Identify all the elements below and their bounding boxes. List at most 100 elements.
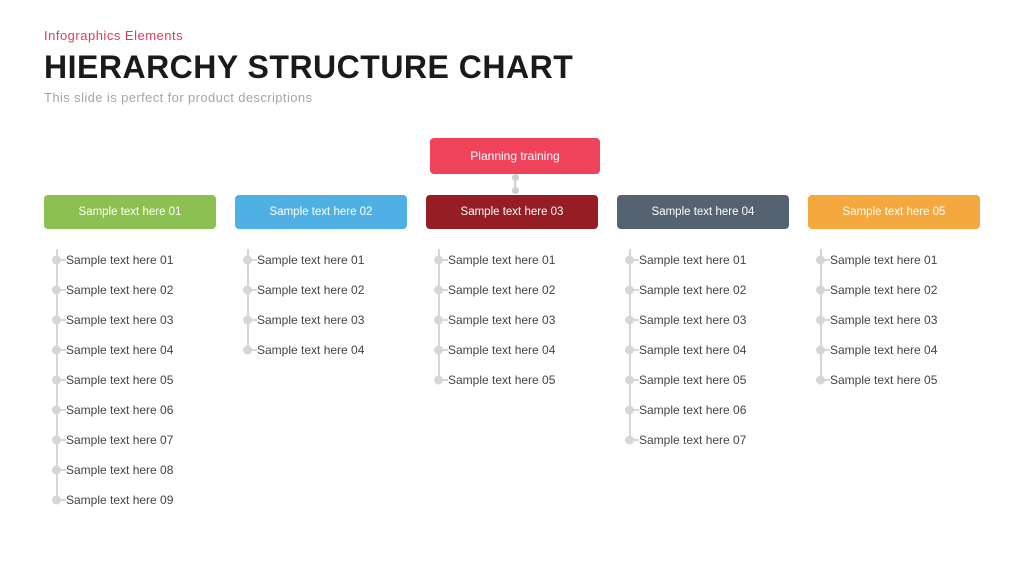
list-item: Sample text here 03 <box>257 305 407 335</box>
tick-line <box>56 289 66 291</box>
column-items: Sample text here 01 Sample text here 02 Sa… <box>235 245 407 365</box>
list-item: Sample text here 03 <box>830 305 980 335</box>
tick-line <box>56 259 66 261</box>
tick-line <box>629 409 639 411</box>
tick-line <box>56 469 66 471</box>
tick-line <box>438 259 448 261</box>
list-item-label: Sample text here 04 <box>448 343 555 357</box>
list-item: Sample text here 04 <box>448 335 598 365</box>
list-item: Sample text here 06 <box>66 395 216 425</box>
list-item-label: Sample text here 04 <box>830 343 937 357</box>
list-item-label: Sample text here 02 <box>257 283 364 297</box>
list-item-label: Sample text here 03 <box>257 313 364 327</box>
tick-line <box>820 289 830 291</box>
page-title: HIERARCHY STRUCTURE CHART <box>44 49 573 86</box>
column-3: Sample text here 03 Sample text here 01 Sa… <box>426 195 598 515</box>
tick-line <box>56 409 66 411</box>
list-item: Sample text here 04 <box>830 335 980 365</box>
list-item: Sample text here 07 <box>639 425 789 455</box>
tick-line <box>820 259 830 261</box>
list-item: Sample text here 01 <box>639 245 789 275</box>
columns: Sample text here 01Sample text here 01Sa… <box>44 195 980 515</box>
tick-line <box>629 349 639 351</box>
column-items: Sample text here 01 Sample text here 02 Sa… <box>808 245 980 395</box>
header-block: Infographics Elements HIERARCHY STRUCTUR… <box>44 28 573 105</box>
list-item: Sample text here 01 <box>830 245 980 275</box>
list-item-label: Sample text here 01 <box>830 253 937 267</box>
list-item: Sample text here 07 <box>66 425 216 455</box>
list-item: Sample text here 04 <box>257 335 407 365</box>
list-item: Sample text here 01 <box>257 245 407 275</box>
tick-line <box>820 379 830 381</box>
list-item-label: Sample text here 04 <box>257 343 364 357</box>
tick-line <box>56 319 66 321</box>
list-item: Sample text here 08 <box>66 455 216 485</box>
tick-line <box>629 259 639 261</box>
tick-line <box>247 319 257 321</box>
list-item: Sample text here 02 <box>448 275 598 305</box>
list-item-label: Sample text here 03 <box>448 313 555 327</box>
tick-line <box>629 289 639 291</box>
list-item-label: Sample text here 07 <box>639 433 746 447</box>
tick-line <box>438 289 448 291</box>
list-item-label: Sample text here 08 <box>66 463 173 477</box>
list-item-label: Sample text here 05 <box>639 373 746 387</box>
list-item: Sample text here 03 <box>448 305 598 335</box>
list-item: Sample text here 02 <box>66 275 216 305</box>
tick-line <box>438 379 448 381</box>
list-item-label: Sample text here 02 <box>448 283 555 297</box>
list-item: Sample text here 05 <box>448 365 598 395</box>
column-header: Sample text here 01 <box>44 195 216 229</box>
column-items: Sample text here 01 Sample text here 02 Sa… <box>44 245 216 515</box>
column-header: Sample text here 03 <box>426 195 598 229</box>
tick-line <box>820 319 830 321</box>
tick-line <box>629 319 639 321</box>
list-item-label: Sample text here 02 <box>639 283 746 297</box>
list-item-label: Sample text here 02 <box>66 283 173 297</box>
list-item-label: Sample text here 04 <box>66 343 173 357</box>
tick-line <box>56 349 66 351</box>
tick-line <box>247 349 257 351</box>
list-item-label: Sample text here 01 <box>639 253 746 267</box>
list-item: Sample text here 02 <box>830 275 980 305</box>
list-item-label: Sample text here 06 <box>639 403 746 417</box>
list-item: Sample text here 02 <box>257 275 407 305</box>
list-item-label: Sample text here 01 <box>448 253 555 267</box>
list-item: Sample text here 05 <box>66 365 216 395</box>
list-item-label: Sample text here 03 <box>639 313 746 327</box>
tick-line <box>56 499 66 501</box>
column-4: Sample text here 04Sample text here 01Sa… <box>617 195 789 515</box>
list-item-label: Sample text here 03 <box>66 313 173 327</box>
list-item-label: Sample text here 02 <box>830 283 937 297</box>
tick-line <box>56 439 66 441</box>
tick-line <box>56 379 66 381</box>
tick-line <box>438 319 448 321</box>
tick-line <box>247 289 257 291</box>
list-item-label: Sample text here 06 <box>66 403 173 417</box>
column-header: Sample text here 04 <box>617 195 789 229</box>
top-box: Planning training <box>430 138 600 174</box>
list-item-label: Sample text here 04 <box>639 343 746 357</box>
list-item: Sample text here 03 <box>66 305 216 335</box>
connector-top <box>513 174 517 194</box>
subtitle: This slide is perfect for product descri… <box>44 90 573 105</box>
tick-line <box>247 259 257 261</box>
list-item: Sample text here 09 <box>66 485 216 515</box>
list-item: Sample text here 03 <box>639 305 789 335</box>
tick-line <box>629 379 639 381</box>
list-item-label: Sample text here 03 <box>830 313 937 327</box>
tick-line <box>629 439 639 441</box>
list-item-label: Sample text here 05 <box>448 373 555 387</box>
column-items: Sample text here 01 Sample text here 02 Sa… <box>617 245 789 455</box>
list-item: Sample text here 04 <box>66 335 216 365</box>
list-item-label: Sample text here 05 <box>66 373 173 387</box>
list-item-label: Sample text here 01 <box>257 253 364 267</box>
list-item: Sample text here 01 <box>448 245 598 275</box>
list-item-label: Sample text here 01 <box>66 253 173 267</box>
list-item-label: Sample text here 07 <box>66 433 173 447</box>
list-item-label: Sample text here 09 <box>66 493 173 507</box>
list-item: Sample text here 04 <box>639 335 789 365</box>
column-header: Sample text here 02 <box>235 195 407 229</box>
list-item: Sample text here 06 <box>639 395 789 425</box>
column-1: Sample text here 01Sample text here 01Sa… <box>44 195 216 515</box>
